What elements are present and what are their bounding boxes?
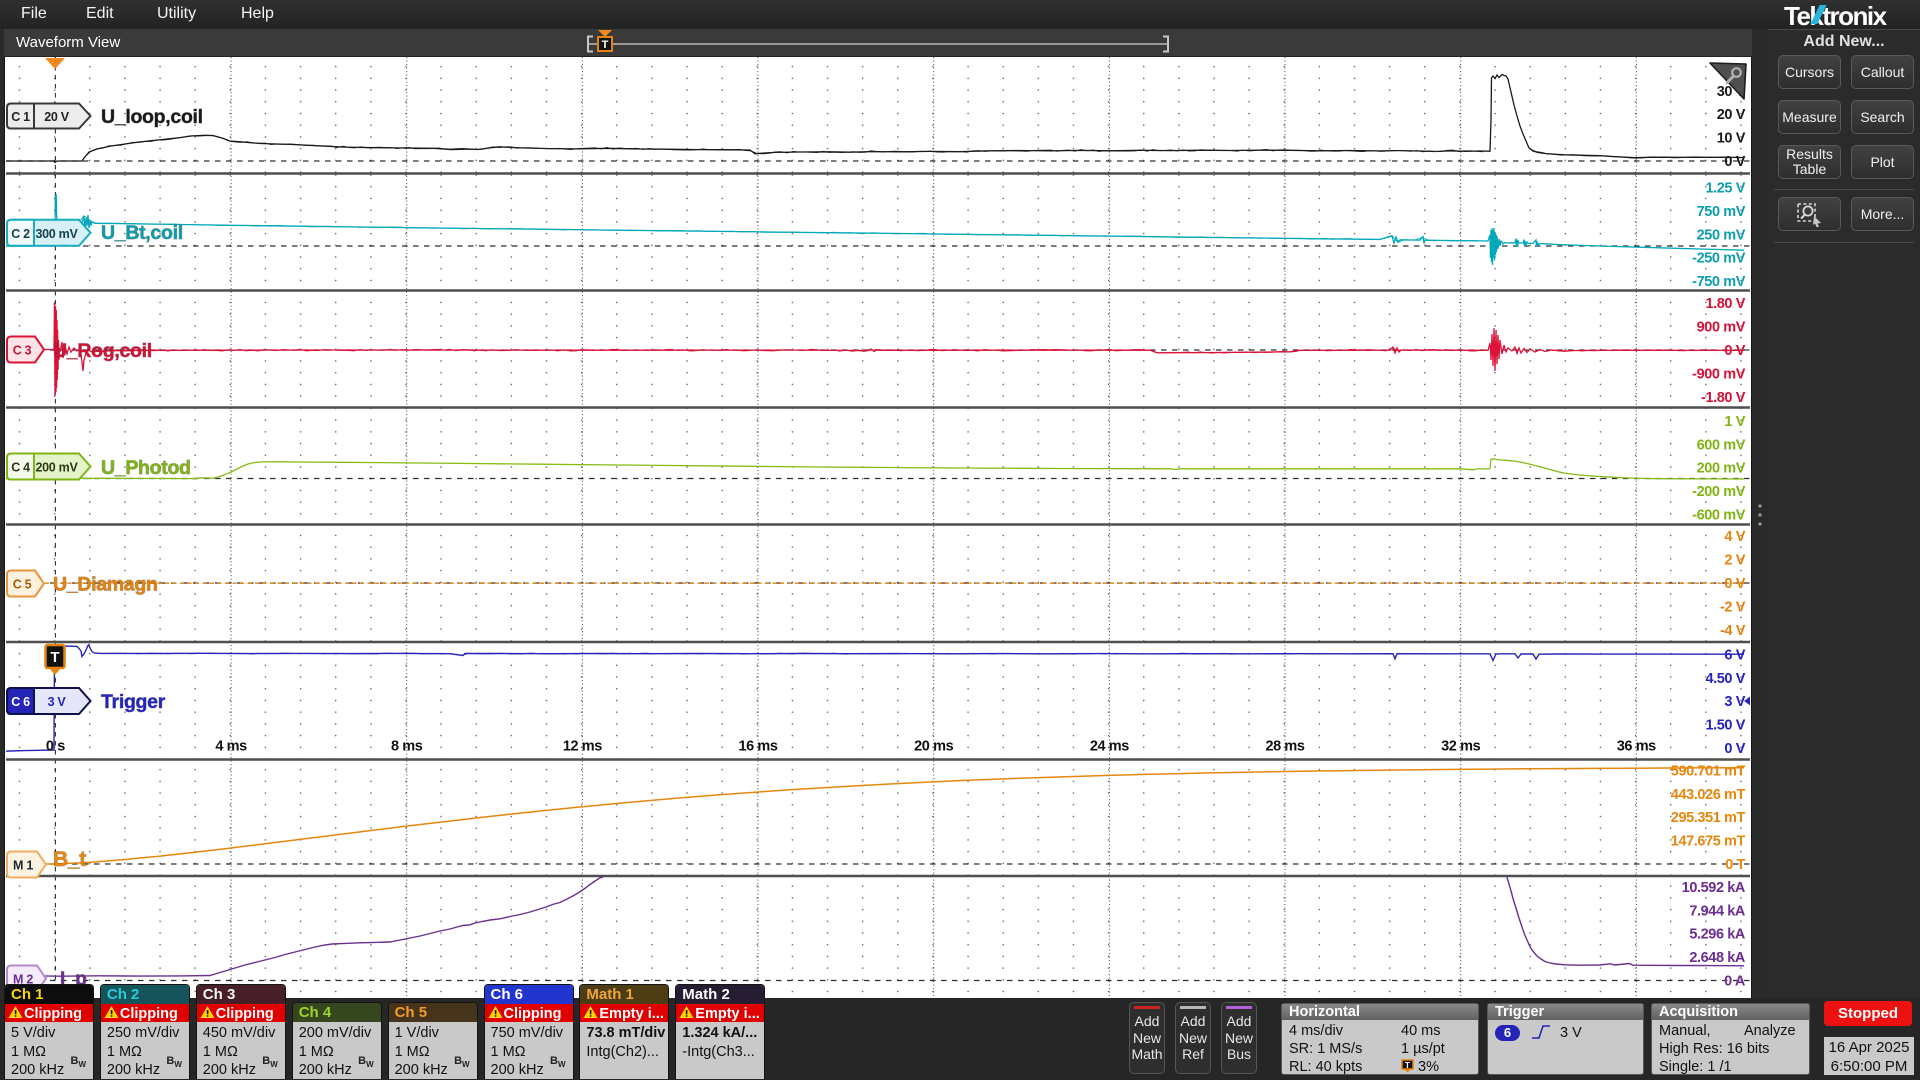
svg-text:590.701 mT: 590.701 mT [1671, 763, 1746, 779]
svg-text:32 ms: 32 ms [1441, 739, 1480, 755]
svg-text:1.25 V: 1.25 V [1705, 181, 1745, 197]
svg-text:5.296 kA: 5.296 kA [1689, 927, 1746, 943]
svg-text:2 V: 2 V [1724, 553, 1745, 569]
svg-text:M 1: M 1 [13, 859, 33, 873]
svg-text:4 V: 4 V [1724, 529, 1745, 545]
svg-text:-750 mV: -750 mV [1692, 274, 1746, 290]
svg-text:U_Diamagn: U_Diamagn [53, 574, 158, 596]
svg-text:3 V: 3 V [48, 695, 67, 709]
svg-text:-900 mV: -900 mV [1692, 366, 1746, 382]
svg-text:-200 mV: -200 mV [1692, 484, 1746, 500]
svg-text:B_t: B_t [53, 848, 86, 871]
svg-text:C 5: C 5 [13, 578, 32, 592]
svg-text:24 ms: 24 ms [1090, 739, 1129, 755]
svg-text:250 mV: 250 mV [1697, 227, 1746, 243]
svg-text:10 V: 10 V [1717, 131, 1746, 147]
svg-text:0 V: 0 V [1724, 154, 1745, 170]
svg-text:20 V: 20 V [44, 110, 69, 124]
svg-text:C 1: C 1 [11, 110, 30, 124]
svg-text:36 ms: 36 ms [1617, 739, 1656, 755]
svg-text:0 s: 0 s [46, 739, 65, 755]
svg-text:-4 V: -4 V [1720, 623, 1746, 639]
svg-text:20 ms: 20 ms [914, 739, 953, 755]
svg-text:1 V: 1 V [1724, 414, 1745, 430]
svg-text:2.648 kA: 2.648 kA [1689, 950, 1746, 966]
svg-text:T: T [50, 649, 59, 666]
svg-text:750 mV: 750 mV [1697, 204, 1746, 220]
svg-text:0 T: 0 T [1725, 857, 1745, 873]
svg-text:U_Rog,coil: U_Rog,coil [53, 340, 152, 362]
svg-text:0 A: 0 A [1724, 974, 1746, 990]
svg-text:200 mV: 200 mV [36, 461, 79, 475]
svg-text:600 mV: 600 mV [1697, 437, 1746, 453]
svg-text:4 ms: 4 ms [215, 739, 247, 755]
svg-text:20 V: 20 V [1717, 107, 1746, 123]
svg-text:7.944 kA: 7.944 kA [1689, 903, 1746, 919]
svg-text:900 mV: 900 mV [1697, 320, 1746, 336]
svg-text:-600 mV: -600 mV [1692, 508, 1746, 524]
svg-text:16 ms: 16 ms [738, 739, 777, 755]
svg-text:0 V: 0 V [1724, 343, 1745, 359]
svg-text:0 V: 0 V [1724, 576, 1745, 592]
svg-text:295.351 mT: 295.351 mT [1671, 810, 1746, 826]
svg-text:8 ms: 8 ms [391, 739, 423, 755]
svg-text:-1.80 V: -1.80 V [1701, 390, 1746, 406]
svg-text:Trigger: Trigger [101, 691, 166, 713]
svg-text:443.026 mT: 443.026 mT [1671, 787, 1746, 803]
svg-text:6 V: 6 V [1724, 647, 1745, 663]
svg-text:U_Bt,coil: U_Bt,coil [101, 222, 183, 244]
svg-text:C 4: C 4 [11, 461, 30, 475]
svg-text:1.50 V: 1.50 V [1705, 718, 1745, 734]
svg-text:C 6: C 6 [11, 695, 30, 709]
svg-text:-250 mV: -250 mV [1692, 251, 1746, 267]
svg-text:1.80 V: 1.80 V [1705, 296, 1745, 312]
svg-text:C 2: C 2 [11, 227, 30, 241]
svg-text:U_loop,coil: U_loop,coil [101, 106, 203, 128]
svg-text:T: T [602, 39, 609, 51]
svg-text:-2 V: -2 V [1720, 599, 1746, 615]
svg-text:3 V: 3 V [1724, 694, 1745, 710]
svg-text:T: T [1405, 1061, 1410, 1070]
svg-text:28 ms: 28 ms [1265, 739, 1304, 755]
svg-text:12 ms: 12 ms [563, 739, 602, 755]
svg-text:300 mV: 300 mV [36, 227, 79, 241]
svg-text:U_Photod: U_Photod [101, 457, 191, 479]
svg-text:200 mV: 200 mV [1697, 461, 1746, 477]
svg-text:4.50 V: 4.50 V [1705, 671, 1745, 687]
svg-text:147.675 mT: 147.675 mT [1671, 834, 1746, 850]
svg-text:C 3: C 3 [13, 344, 32, 358]
svg-text:10.592 kA: 10.592 kA [1682, 880, 1746, 896]
svg-text:0 V: 0 V [1724, 741, 1745, 757]
